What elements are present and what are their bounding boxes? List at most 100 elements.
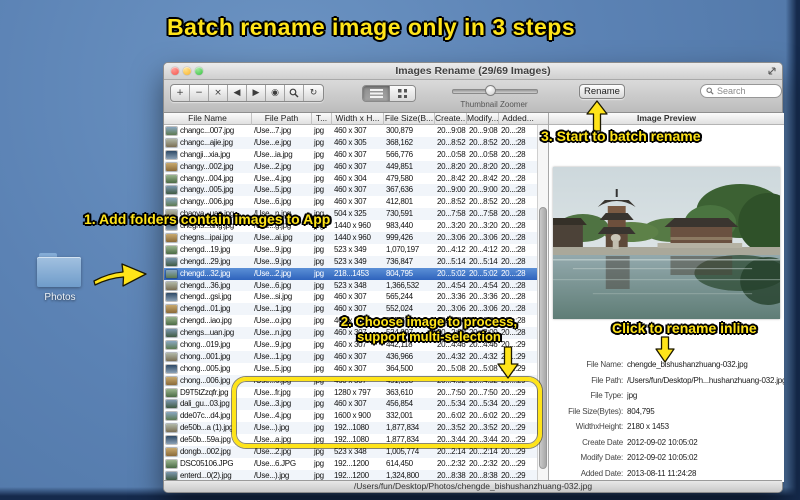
annotation-step2: 2. Choose image to process, support mult… [340,314,518,344]
file-name-cell: chong...019.jpg [180,340,231,350]
toolbar-button-group: + − × ◀ ▶ ◉ ↻ [170,84,324,102]
table-row[interactable]: changji...xia.jpg /Use...ia.jpg jpg 460 … [164,148,537,161]
file-size-cell: 736,847 [386,256,413,266]
table-row[interactable]: changc...007.jpg /Use...7.jpg jpg 460 x … [164,125,537,137]
file-path-cell: /Use...7.jpg [254,126,291,135]
create-date-cell: 20...5:14 [437,256,466,266]
file-type-cell: jpg [314,137,324,147]
table-row[interactable]: changy...002.jpg /Use...2.jpg jpg 460 x … [164,160,537,173]
table-row[interactable]: chengd...19.jpg /Use...9.jpg jpg 523 x 3… [164,243,537,256]
rename-button[interactable]: Rename [579,84,625,99]
metadata-value[interactable]: chengde_bishushanzhuang-032.jpg [627,360,784,369]
column-header[interactable]: Create... [435,113,467,125]
file-path-cell: /Use...9.jpg [254,256,291,266]
file-size-cell: 1,070,197 [386,244,419,254]
metadata-row: File Size(Bytes): 804,795 [549,404,784,420]
metadata-value[interactable]: 2013-08-11 11:24:28 [627,469,784,478]
titlebar[interactable]: Images Rename (29/69 Images) [164,63,782,80]
add-button[interactable]: + [171,85,190,101]
grid-view-segment[interactable] [389,86,415,101]
column-header[interactable]: T... [312,113,332,125]
metadata-row: Modify Date: 2012-09-02 10:05:02 [549,450,784,466]
preview-header: Image Preview [549,113,784,125]
file-size-cell: 730,591 [386,209,413,219]
table-row[interactable]: chengd...32.jpg /Use...2.jpg jpg 218...1… [164,267,537,280]
delete-button[interactable]: × [209,85,228,101]
file-path-cell: /Use...si.jpg [254,292,292,302]
file-name-cell: chengd...01.jpg [180,304,231,314]
table-row[interactable]: chegns...ipai.jpg /Use...ai.jpg jpg 1440… [164,232,537,244]
metadata-label: File Path: [591,375,623,385]
photos-folder[interactable]: Photos [36,253,84,307]
column-header[interactable]: File Size(B... [384,113,435,125]
list-view-segment[interactable] [363,86,389,101]
metadata-row: WidthxHeight: 2180 x 1453 [549,419,784,435]
thumbnail-zoomer: Thumbnail Zoomer [452,80,538,113]
metadata-value[interactable]: /Users/fun/Desktop/Ph...hushanzhuang-032… [627,376,784,385]
previous-button[interactable]: ◀ [228,85,247,101]
file-name-cell: chengd...36.jpg [180,280,231,290]
annotation-rename-inline: Click to rename inline [612,320,757,336]
table-row[interactable]: changc...ajie.jpg /Use...e.jpg jpg 460 x… [164,136,537,149]
metadata-label: File Name: [586,360,623,370]
file-name-cell: chong...006.jpg [180,375,231,385]
metadata-value[interactable]: jpg [627,391,784,400]
create-date-cell: 20...5:02 [437,268,466,278]
file-name-cell: chengs...uan.jpg [180,328,234,338]
file-path-cell: /Use...ia.jpg [254,149,293,159]
column-header[interactable]: File Name [164,113,252,125]
file-thumbnail-icon [166,305,177,314]
resize-icon[interactable] [767,66,777,76]
file-thumbnail-icon [166,269,177,278]
remove-button[interactable]: − [190,85,209,101]
column-header[interactable]: File Path [252,113,312,125]
file-type-cell: jpg [314,268,324,278]
table-row[interactable]: changy...005.jpg /Use...5.jpg jpg 460 x … [164,184,537,197]
metadata-value[interactable]: 2012-09-02 10:05:02 [627,453,784,462]
added-date-cell: 20...:28 [501,233,526,243]
annotation-step1: 1. Add folders contain images to App [84,211,331,227]
file-size-cell: 367,636 [386,185,413,195]
table-row[interactable]: chengd...29.jpg /Use...9.jpg jpg 523 x 3… [164,255,537,268]
metadata-label: File Type: [590,391,623,401]
table-row[interactable]: DSC05106.JPG /Use...6.JPG jpg 192...1200… [164,457,537,470]
table-row[interactable]: changy...006.jpg /Use...6.jpg jpg 460 x … [164,196,537,209]
thumbnail-zoomer-knob[interactable] [485,85,496,96]
table-row[interactable]: changy...004.jpg /Use...4.jpg jpg 460 x … [164,172,537,185]
metadata-value[interactable]: 2012-09-02 10:05:02 [627,438,784,447]
thumbnail-zoomer-label: Thumbnail Zoomer [460,100,528,109]
file-thumbnail-icon [166,329,177,338]
refresh-button[interactable]: ↻ [304,85,323,101]
modify-date-cell: 20...2:32 [469,458,498,468]
table-row[interactable]: chengd...36.jpg /Use...6.jpg jpg 523 x 3… [164,279,537,292]
thumbnail-zoomer-track[interactable] [452,85,538,96]
column-header[interactable]: Width x H... [332,113,384,125]
file-type-cell: jpg [314,458,324,468]
search-input[interactable]: Search [700,84,782,98]
table-row[interactable]: chong...005.jpg /Use...5.jpg jpg 460 x 3… [164,362,537,375]
table-row[interactable]: chengd...gsi.jpg /Use...si.jpg jpg 460 x… [164,291,537,304]
next-button[interactable]: ▶ [247,85,266,101]
file-thumbnail-icon [166,447,177,456]
metadata-value[interactable]: 2180 x 1453 [627,422,784,431]
added-date-cell: 20...:28 [501,209,526,219]
file-size-cell: 983,440 [386,221,413,231]
dimensions-cell: 218...1453 [334,268,369,278]
dimensions-cell: 1440 x 960 [334,221,371,231]
target-button[interactable]: ◉ [266,85,285,101]
zoom-button[interactable] [285,85,304,101]
toolbar: + − × ◀ ▶ ◉ ↻ Thumbnail Zoomer Rename Se… [164,80,782,113]
column-header[interactable]: Added... [499,113,537,125]
modify-date-cell: 20...9:08 [469,126,498,135]
file-name-cell: changy...004.jpg [180,173,234,183]
arrow-down-rename-inline-icon [655,336,675,363]
table-row[interactable]: chong...001.jpg /Use...1.jpg jpg 460 x 3… [164,350,537,363]
file-path-cell: /Use...2.jpg [254,161,291,171]
metadata-value[interactable]: 804,795 [627,407,784,416]
file-type-cell: jpg [314,351,324,361]
column-header[interactable]: Modify... [467,113,499,125]
dimensions-cell: 460 x 307 [334,185,367,195]
desktop: Photos Images Rename (29/69 Images) + − … [0,0,800,500]
modify-date-cell: 20...8:52 [469,197,498,207]
file-thumbnail-icon [166,198,177,207]
